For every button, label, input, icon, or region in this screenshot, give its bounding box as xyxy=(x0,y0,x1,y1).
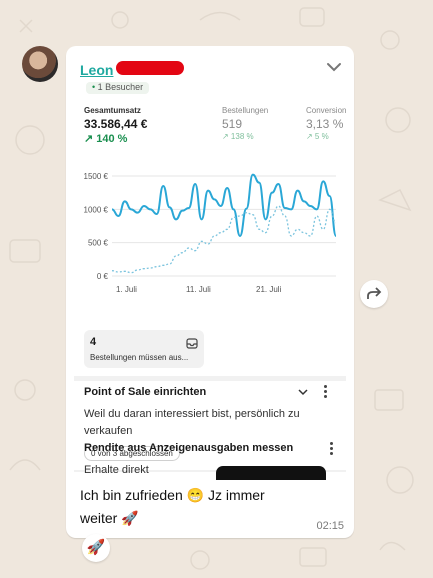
sales-line-chart: 1500 € 1000 € 500 € 0 € 1. Juli 11. Juli 21. J… xyxy=(84,172,337,294)
visitors-badge: • 1 Besucher xyxy=(86,82,150,94)
metric-value: 3,13 % xyxy=(306,117,344,131)
metric-change: ↗ 140 % xyxy=(84,133,128,145)
x-tick-label: 21. Juli xyxy=(256,285,282,294)
reaction-badge[interactable]: 🚀 xyxy=(82,534,110,562)
y-tick-label: 1500 € xyxy=(84,172,109,181)
caption-line: weiter 🚀 xyxy=(80,510,139,526)
orders-card[interactable]: 4 Bestellungen müssen aus... xyxy=(84,330,204,368)
metric-label: Bestellungen xyxy=(222,106,269,115)
chevron-down-icon[interactable] xyxy=(298,388,308,396)
metric-label: Gesamtumsatz xyxy=(84,106,141,115)
divider xyxy=(74,376,346,381)
dashboard-screenshot: • 1 Besucher Gesamtumsatz 33.586,44 € ↗ … xyxy=(74,80,346,472)
series-line-previous xyxy=(111,205,337,274)
metric-total-sales: Gesamtumsatz 33.586,44 € ↗ 140 % xyxy=(84,106,147,145)
orders-text: Bestellungen müssen aus... xyxy=(90,353,189,362)
metric-conversion: Conversion 3,13 % ↗ 5 % xyxy=(306,106,346,141)
metric-orders: Bestellungen 519 ↗ 138 % xyxy=(222,106,268,141)
metric-value: 519 xyxy=(222,117,243,131)
avatar[interactable] xyxy=(22,46,58,82)
x-tick-label: 11. Juli xyxy=(186,285,211,294)
redaction-mark xyxy=(116,61,184,75)
y-tick-label: 1000 € xyxy=(84,205,109,214)
message-time: 02:15 xyxy=(316,520,344,532)
forward-button[interactable] xyxy=(360,280,388,308)
forward-icon xyxy=(367,287,382,299)
orders-count: 4 xyxy=(90,336,97,348)
series-line-current xyxy=(111,173,337,238)
metric-change: ↗ 138 % xyxy=(222,132,254,141)
message-bubble[interactable]: Leon • 1 Besucher Gesamtumsatz 33.586,44… xyxy=(66,46,354,538)
sender-name[interactable]: Leon xyxy=(80,62,113,78)
task-title: Rendite aus Anzeigenausgaben messen xyxy=(84,442,294,454)
metric-label: Conversion xyxy=(306,106,346,115)
task-description: Weil du daran interessiert bist, persönl… xyxy=(84,408,300,437)
x-tick-label: 1. Juli xyxy=(116,285,137,294)
task-title: Point of Sale einrichten xyxy=(84,386,207,398)
inbox-icon xyxy=(186,338,198,349)
message-caption: Ich bin zufrieden 😁 Jz immer weiter 🚀 xyxy=(80,484,320,530)
y-tick-label: 500 € xyxy=(88,239,109,248)
y-tick-label: 0 € xyxy=(97,272,109,281)
more-options-icon[interactable] xyxy=(324,385,328,400)
chevron-down-icon[interactable] xyxy=(324,59,344,75)
metric-change: ↗ 5 % xyxy=(306,132,329,141)
more-options-icon[interactable] xyxy=(330,442,334,457)
metric-value: 33.586,44 € xyxy=(84,117,148,131)
redaction-mark xyxy=(216,466,326,480)
caption-line: Ich bin zufrieden 😁 Jz immer xyxy=(80,487,265,503)
